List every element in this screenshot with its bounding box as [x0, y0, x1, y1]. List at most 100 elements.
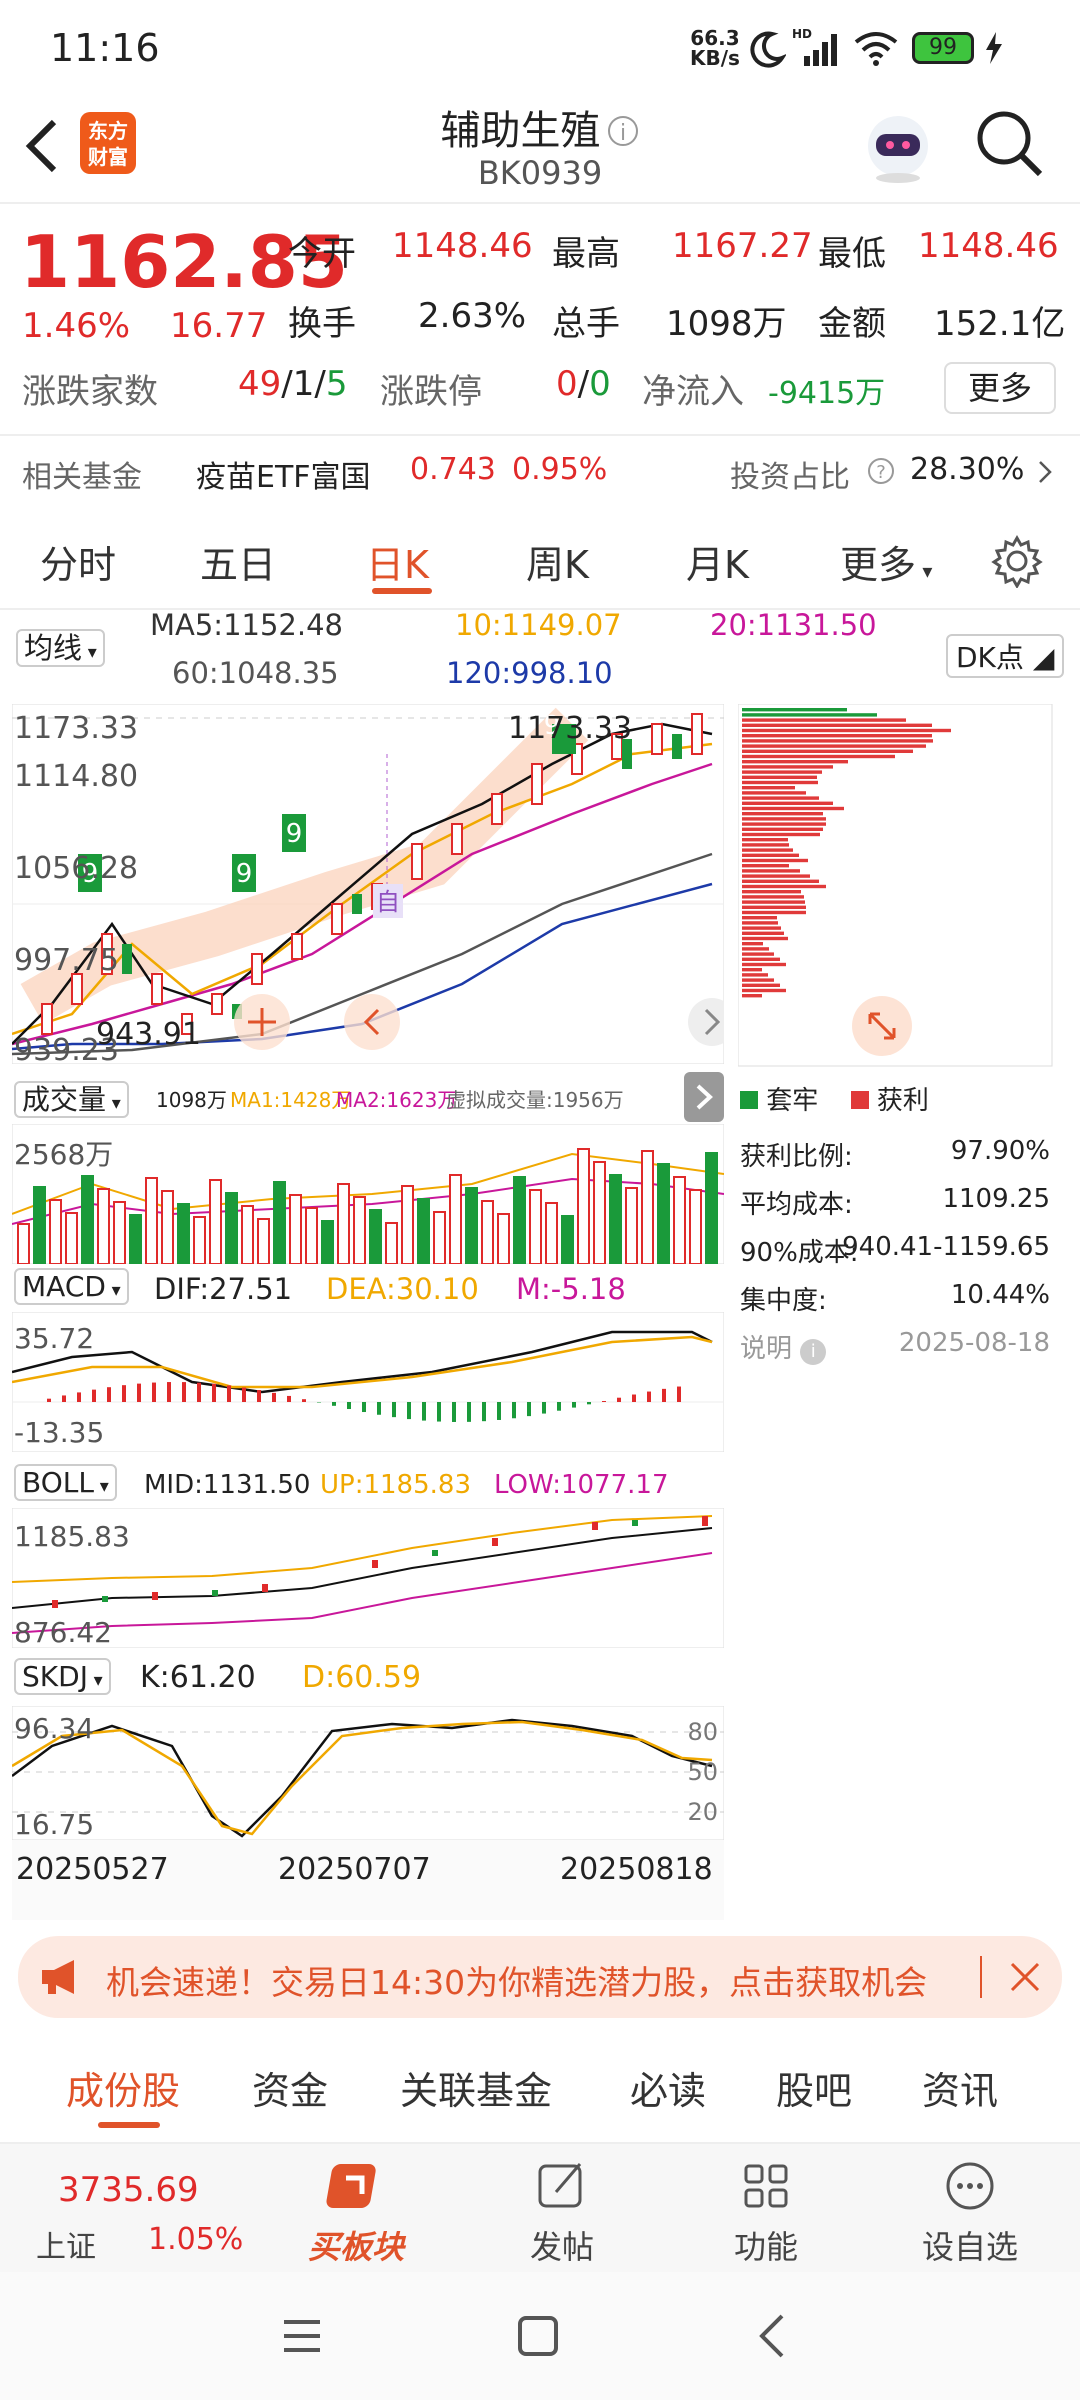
quote-panel: 1162.85 1.46% 16.77 今开 1148.46 最高 1167.2…	[0, 210, 1080, 460]
info-icon[interactable]: i	[606, 114, 640, 148]
tab-related-funds[interactable]: 关联基金	[400, 2060, 552, 2115]
macd-bar	[422, 1402, 426, 1421]
svg-text:9: 9	[286, 819, 303, 849]
kline-chart[interactable]: 9 9 9 9 自 1173.33 1114.80 1056.28 997.75…	[12, 704, 724, 1064]
tab-funds-flow[interactable]: 资金	[252, 2060, 328, 2115]
related-fund-row[interactable]: 相关基金 疫苗ETF富国 0.743 0.95% 投资占比 ? 28.30%	[0, 440, 1080, 510]
grid-icon	[744, 2164, 788, 2208]
volume-bar	[17, 1223, 30, 1264]
info-icon: i	[800, 1339, 827, 1365]
volume-bar	[193, 1216, 206, 1264]
chip-bar	[742, 858, 808, 863]
settings-gear-icon[interactable]	[990, 534, 1044, 588]
limit-counts: 0/0	[556, 364, 611, 404]
tab-intraday[interactable]: 分时	[40, 534, 116, 589]
macd-selector[interactable]: MACD ▾	[14, 1268, 129, 1305]
promo-banner[interactable]: 机会速递！交易日14:30为你精选潜力股，点击获取机会	[18, 1936, 1062, 2018]
svg-text:i: i	[619, 121, 625, 146]
macd-bar	[542, 1402, 546, 1414]
volume-bar	[81, 1175, 94, 1264]
svg-text:HD: HD	[792, 28, 812, 41]
volume-chart[interactable]: 2568万	[12, 1124, 724, 1264]
volume-bar	[65, 1212, 78, 1264]
chip-bar	[742, 853, 799, 857]
low-value: 1148.46	[918, 226, 1059, 266]
buy-sector-button[interactable]: 买板块	[286, 2158, 426, 2268]
boll-selector[interactable]: BOLL ▾	[14, 1464, 117, 1501]
skdj-d: D:60.59	[302, 1660, 422, 1695]
tab-weekly-k[interactable]: 周K	[526, 534, 589, 589]
volume-bar	[129, 1214, 142, 1264]
macd-bar	[602, 1400, 606, 1402]
chevron-right-icon	[696, 1084, 713, 1110]
chip-bar	[742, 806, 844, 811]
tab-news[interactable]: 资讯	[922, 2060, 998, 2115]
chip-bar	[742, 770, 822, 774]
kline-low-note: 943.91	[96, 1017, 201, 1052]
tab-daily-k[interactable]: 日K	[366, 534, 429, 589]
macd-bar	[362, 1402, 366, 1413]
search-icon[interactable]	[972, 106, 1046, 180]
tab-must-read[interactable]: 必读	[630, 2060, 706, 2115]
post-button[interactable]: 发帖	[492, 2158, 632, 2268]
legend-profit: 获利	[876, 1086, 929, 1116]
chip-bar	[742, 723, 932, 727]
tab-five-day[interactable]: 五日	[200, 534, 276, 589]
open-value: 1148.46	[392, 226, 533, 266]
chip-bar	[742, 801, 833, 805]
chip-bar	[742, 905, 806, 909]
tab-more[interactable]: 更多 ▾	[840, 534, 932, 589]
skdj-selector[interactable]: SKDJ ▾	[14, 1658, 111, 1695]
macd-bar	[92, 1389, 96, 1402]
home-icon[interactable]	[516, 2314, 560, 2358]
tab-constituents[interactable]: 成份股	[66, 2060, 180, 2115]
volume-bar	[209, 1179, 222, 1264]
dk-point-button[interactable]: DK点 ◢	[946, 634, 1065, 678]
expand-panel-button[interactable]	[684, 1072, 724, 1122]
macd-bar	[467, 1402, 471, 1422]
close-icon[interactable]	[1008, 1960, 1042, 1994]
chip-bar	[742, 988, 786, 993]
wifi-icon	[854, 32, 898, 66]
tab-forum[interactable]: 股吧	[776, 2060, 852, 2115]
chip-distribution-chart[interactable]	[738, 704, 1054, 1068]
macd-bar	[587, 1402, 591, 1405]
macd-bar	[347, 1402, 351, 1410]
open-label: 今开	[288, 234, 356, 274]
macd-bar	[287, 1395, 291, 1402]
skdj-chart[interactable]: 96.34 16.75 80 50 20	[12, 1706, 724, 1840]
chip-bar	[742, 978, 774, 982]
tab-monthly-k[interactable]: 月K	[686, 534, 749, 589]
macd-bar	[677, 1386, 681, 1402]
avg-cost-label: 平均成本:	[740, 1190, 853, 1220]
volume-bar	[657, 1163, 670, 1264]
cost-90-value: 940.41-1159.65	[842, 1232, 1050, 1262]
app-header: 东方 财富 辅助生殖 i BK0939	[0, 96, 1080, 204]
chip-bar	[742, 739, 933, 743]
volume-selector[interactable]: 成交量 ▾	[14, 1078, 129, 1118]
functions-button[interactable]: 功能	[696, 2158, 836, 2268]
add-watchlist-button[interactable]: 设自选	[900, 2158, 1040, 2268]
volume-bar	[369, 1209, 382, 1264]
help-icon[interactable]: ?	[866, 456, 896, 486]
boll-chart[interactable]: 1185.83 876.42	[12, 1508, 724, 1648]
robot-assistant-icon[interactable]	[860, 106, 936, 186]
volume-value: 1098万	[666, 304, 787, 344]
volume-bar	[289, 1194, 302, 1264]
volume-bar	[529, 1189, 542, 1264]
ma-selector[interactable]: 均线 ▾	[16, 626, 105, 672]
kline-axis-1: 1173.33	[14, 711, 138, 746]
back-nav-icon[interactable]	[752, 2312, 792, 2360]
macd-chart[interactable]: 35.72 -13.35	[12, 1312, 724, 1452]
macd-bar	[392, 1402, 396, 1418]
macd-bar	[242, 1387, 246, 1402]
volume-ma1: MA1:1428万	[230, 1088, 352, 1112]
macd-bar	[302, 1399, 306, 1402]
chip-bar	[742, 994, 762, 998]
more-button[interactable]: 更多	[944, 362, 1056, 414]
volume-bar	[481, 1200, 494, 1264]
macd-bar	[632, 1394, 636, 1402]
menu-icon[interactable]	[280, 2316, 324, 2356]
chip-bar	[742, 890, 801, 894]
volume-bar	[177, 1203, 190, 1264]
